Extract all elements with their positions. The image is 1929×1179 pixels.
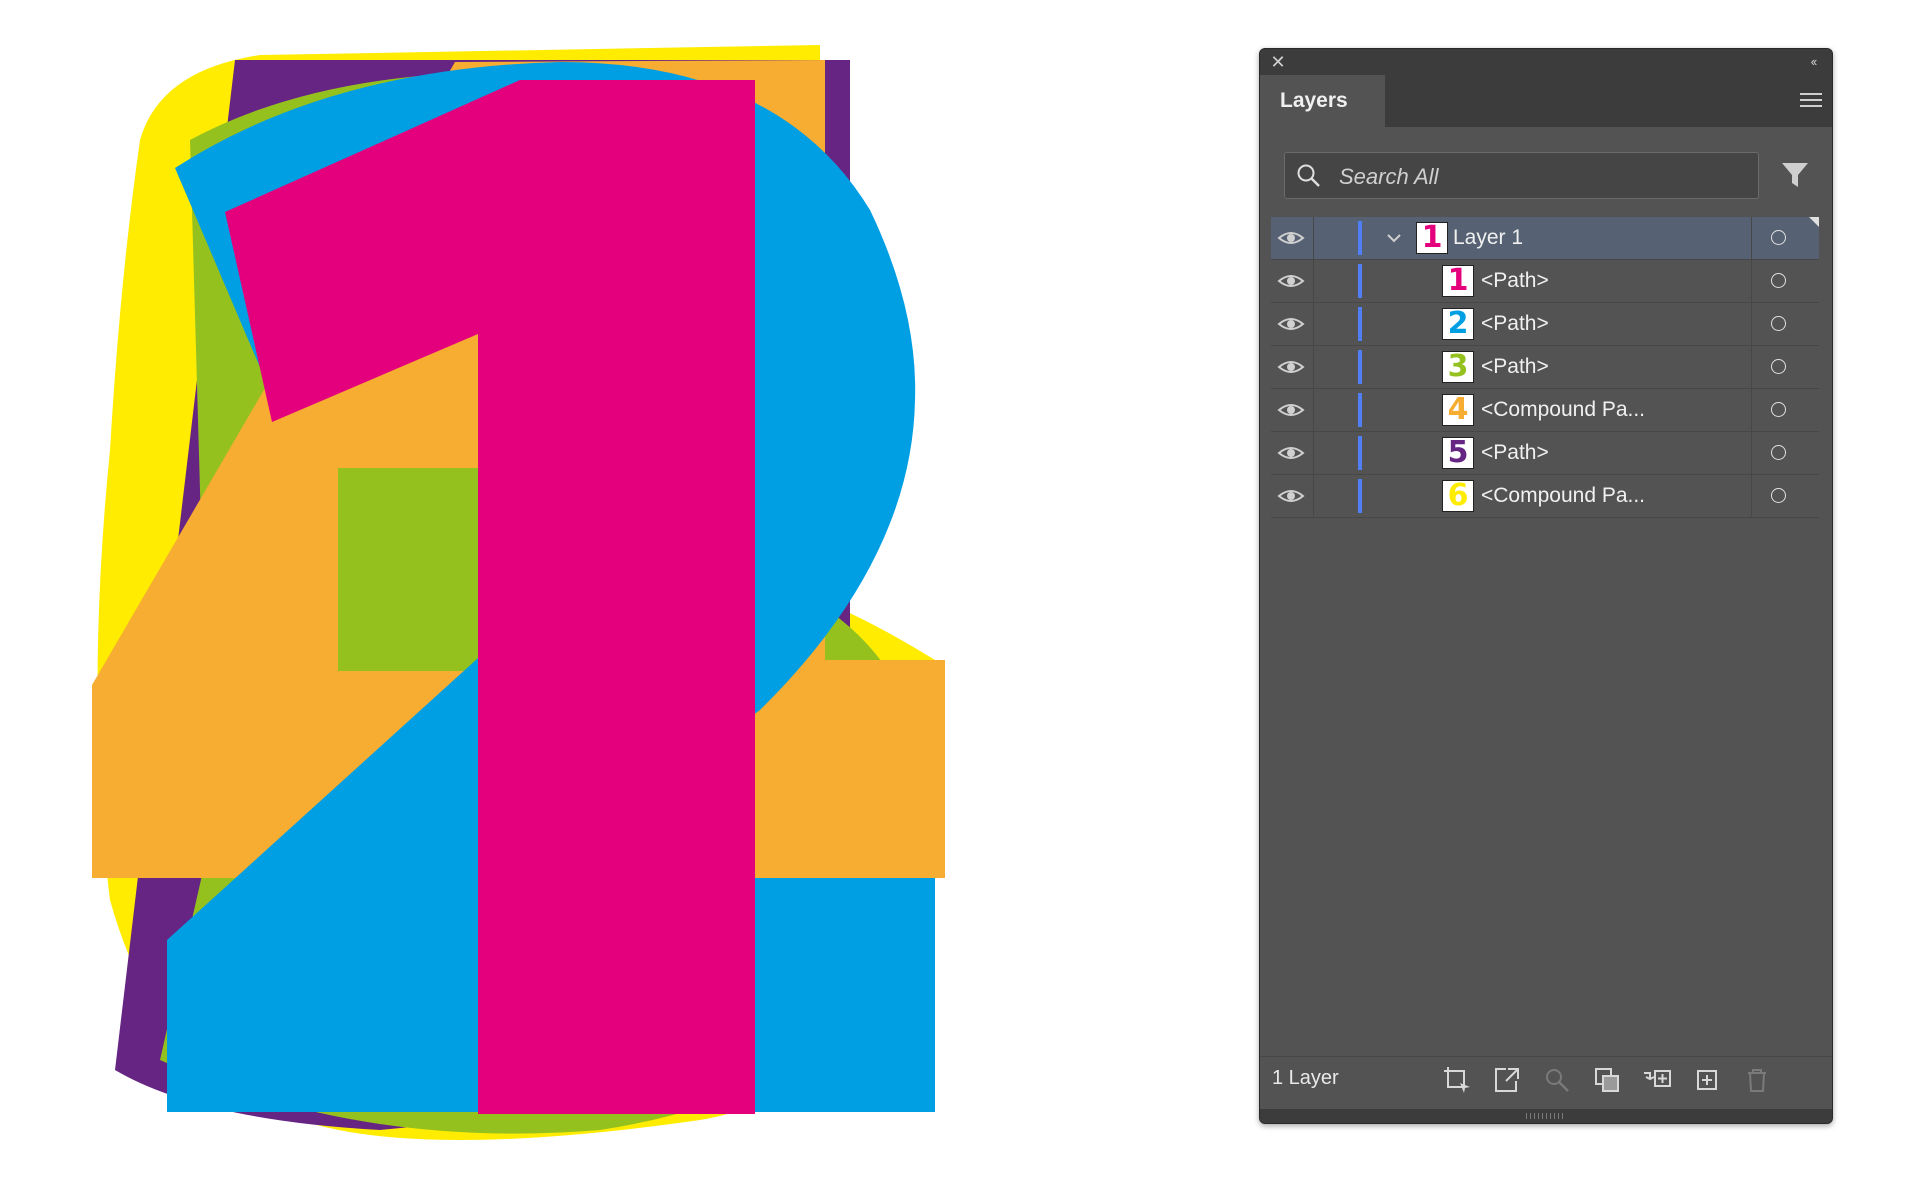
lock-column[interactable] <box>1313 260 1314 302</box>
artboard-illustration[interactable] <box>0 0 1000 1179</box>
export-icon[interactable] <box>1492 1065 1522 1095</box>
target-circle-icon[interactable] <box>1771 230 1786 245</box>
column-divider <box>1751 260 1752 302</box>
layer-color-bar <box>1358 350 1362 384</box>
layer-count: 1 Layer <box>1272 1067 1339 1089</box>
visibility-eye-icon[interactable] <box>1277 441 1305 465</box>
close-icon[interactable]: ✕ <box>1268 52 1288 72</box>
column-divider <box>1751 303 1752 345</box>
resize-grip[interactable] <box>1526 1113 1566 1119</box>
column-divider <box>1751 432 1752 474</box>
collect-for-export-icon[interactable] <box>1442 1065 1472 1095</box>
panel-footer: 1 Layer <box>1260 1056 1832 1123</box>
lock-column[interactable] <box>1313 389 1314 431</box>
search-box <box>1284 152 1759 200</box>
target-circle-icon[interactable] <box>1771 316 1786 331</box>
visibility-eye-icon[interactable] <box>1277 398 1305 422</box>
sublayer-row[interactable]: 5 <Path> <box>1271 432 1819 475</box>
sublayer-name[interactable]: <Path> <box>1481 432 1549 474</box>
layer-color-bar <box>1358 307 1362 341</box>
sublayer-row[interactable]: 2 <Path> <box>1271 303 1819 346</box>
tab-layers[interactable]: Layers <box>1260 75 1385 127</box>
column-divider <box>1751 346 1752 388</box>
sublayer-name[interactable]: <Compound Pa... <box>1481 389 1645 431</box>
layer-color-bar <box>1358 264 1362 298</box>
visibility-eye-icon[interactable] <box>1277 269 1305 293</box>
layer-thumbnail: 2 <box>1442 308 1474 340</box>
new-sublayer-icon[interactable] <box>1642 1065 1672 1095</box>
visibility-eye-icon[interactable] <box>1277 226 1305 250</box>
new-layer-icon[interactable] <box>1692 1065 1722 1095</box>
target-circle-icon[interactable] <box>1771 273 1786 288</box>
target-circle-icon[interactable] <box>1771 488 1786 503</box>
layer-color-bar <box>1358 479 1362 513</box>
layer-row[interactable]: 1 Layer 1 <box>1271 217 1819 260</box>
sublayer-name[interactable]: <Path> <box>1481 346 1549 388</box>
sublayer-row[interactable]: 6 <Compound Pa... <box>1271 475 1819 518</box>
layer-name[interactable]: Layer 1 <box>1453 217 1523 259</box>
visibility-eye-icon[interactable] <box>1277 312 1305 336</box>
layer-thumbnail: 1 <box>1442 265 1474 297</box>
layer-thumbnail: 6 <box>1442 480 1474 512</box>
clipping-mask-icon[interactable] <box>1592 1065 1622 1095</box>
layer-thumbnail: 4 <box>1442 394 1474 426</box>
lock-column[interactable] <box>1313 346 1314 388</box>
chevron-down-icon[interactable] <box>1385 229 1403 247</box>
layers-panel: ✕ ‹‹ Layers 1Layer 11<Path>2<Path>3<Path… <box>1259 48 1833 1124</box>
column-divider <box>1751 475 1752 517</box>
layers-list: 1 Layer 1 1 <Path> 2 <Path> 3 <Path> 4 <Compound … <box>1271 217 1819 518</box>
sublayer-name[interactable]: <Path> <box>1481 303 1549 345</box>
layer-thumbnail: 5 <box>1442 437 1474 469</box>
sublayer-row[interactable]: 4 <Compound Pa... <box>1271 389 1819 432</box>
visibility-eye-icon[interactable] <box>1277 484 1305 508</box>
lock-column[interactable] <box>1313 303 1314 345</box>
layer-thumbnail: 1 <box>1416 222 1448 254</box>
sublayer-name[interactable]: <Path> <box>1481 260 1549 302</box>
selection-indicator <box>1809 217 1819 227</box>
target-circle-icon[interactable] <box>1771 359 1786 374</box>
collapse-panel-icon[interactable]: ‹‹ <box>1802 52 1824 72</box>
delete-icon <box>1748 1069 1766 1092</box>
locate-object-icon <box>1546 1069 1569 1092</box>
visibility-eye-icon[interactable] <box>1277 355 1305 379</box>
resize-grip-bar <box>1260 1109 1832 1123</box>
search-icon <box>1297 164 1320 187</box>
panel-tabbar: Layers <box>1260 75 1832 127</box>
layer-color-bar <box>1358 436 1362 470</box>
numeral-4-counter <box>338 468 478 671</box>
sublayer-name[interactable]: <Compound Pa... <box>1481 475 1645 517</box>
filter-icon[interactable] <box>1779 159 1811 191</box>
panel-titlebar: ✕ ‹‹ <box>1260 49 1832 75</box>
layer-color-bar <box>1358 393 1362 427</box>
sublayer-row[interactable]: 3 <Path> <box>1271 346 1819 389</box>
target-circle-icon[interactable] <box>1771 445 1786 460</box>
column-divider <box>1751 217 1752 259</box>
target-circle-icon[interactable] <box>1771 402 1786 417</box>
lock-column[interactable] <box>1313 432 1314 474</box>
layer-thumbnail: 3 <box>1442 351 1474 383</box>
sublayer-row[interactable]: 1 <Path> <box>1271 260 1819 303</box>
column-divider <box>1751 389 1752 431</box>
panel-menu-icon[interactable] <box>1800 89 1822 111</box>
lock-column[interactable] <box>1313 217 1314 259</box>
lock-column[interactable] <box>1313 475 1314 517</box>
layer-color-bar <box>1358 221 1362 255</box>
search-input[interactable] <box>1337 153 1741 200</box>
